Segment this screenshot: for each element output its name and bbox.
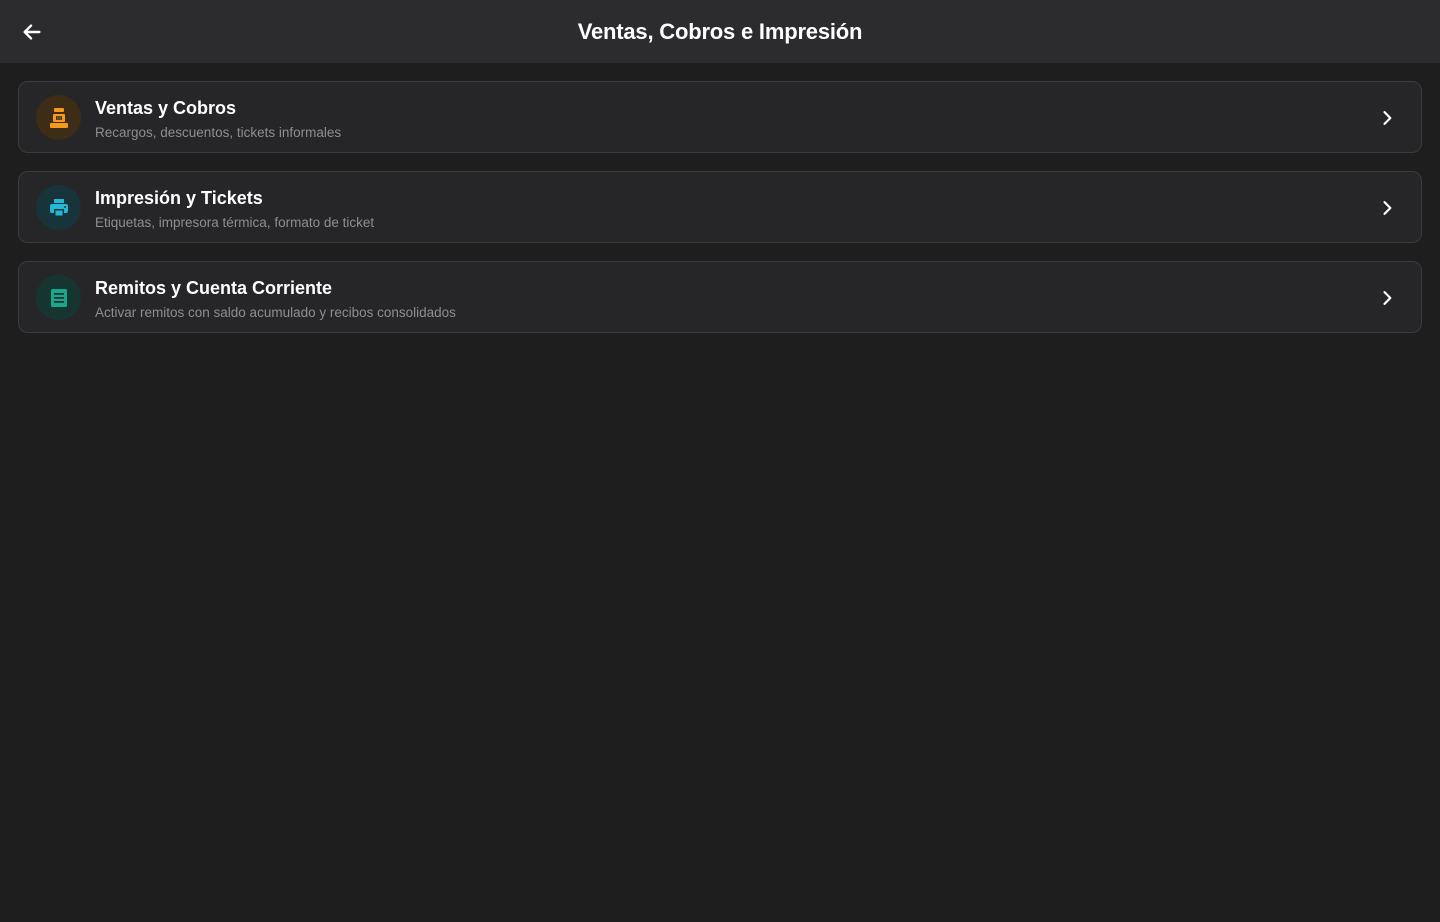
item-title: Remitos y Cuenta Corriente xyxy=(95,278,333,298)
page-title: Ventas, Cobros e Impresión xyxy=(577,19,863,44)
settings-list: Ventas y Cobros Recargos, descuentos, ti… xyxy=(18,81,1422,351)
printer-icon xyxy=(49,198,68,217)
app-window: Ventas, Cobros e Impresión Ventas y Cobr… xyxy=(0,0,1440,922)
item-title: Ventas y Cobros xyxy=(95,98,237,118)
chevron-right-icon xyxy=(1375,196,1399,220)
item-title: Impresión y Tickets xyxy=(95,188,263,208)
item-subtitle: Activar remitos con saldo acumulado y re… xyxy=(95,305,456,320)
item-icon-container xyxy=(36,185,81,230)
top-app-bar: Ventas, Cobros e Impresión xyxy=(0,0,1440,63)
item-icon-container xyxy=(36,275,81,320)
cash-register-icon xyxy=(49,107,68,128)
settings-item-impresion-tickets[interactable]: Impresión y Tickets Etiquetas, impresora… xyxy=(18,171,1422,243)
settings-item-ventas-cobros[interactable]: Ventas y Cobros Recargos, descuentos, ti… xyxy=(18,81,1422,153)
receipt-icon xyxy=(50,288,67,307)
item-icon-container xyxy=(36,95,81,140)
chevron-right-icon xyxy=(1375,286,1399,310)
settings-item-remitos-cuenta-corriente[interactable]: Remitos y Cuenta Corriente Activar remit… xyxy=(18,261,1422,333)
chevron-right-icon xyxy=(1375,106,1399,130)
item-subtitle: Etiquetas, impresora térmica, formato de… xyxy=(95,215,375,230)
item-subtitle: Recargos, descuentos, tickets informales xyxy=(95,125,342,140)
